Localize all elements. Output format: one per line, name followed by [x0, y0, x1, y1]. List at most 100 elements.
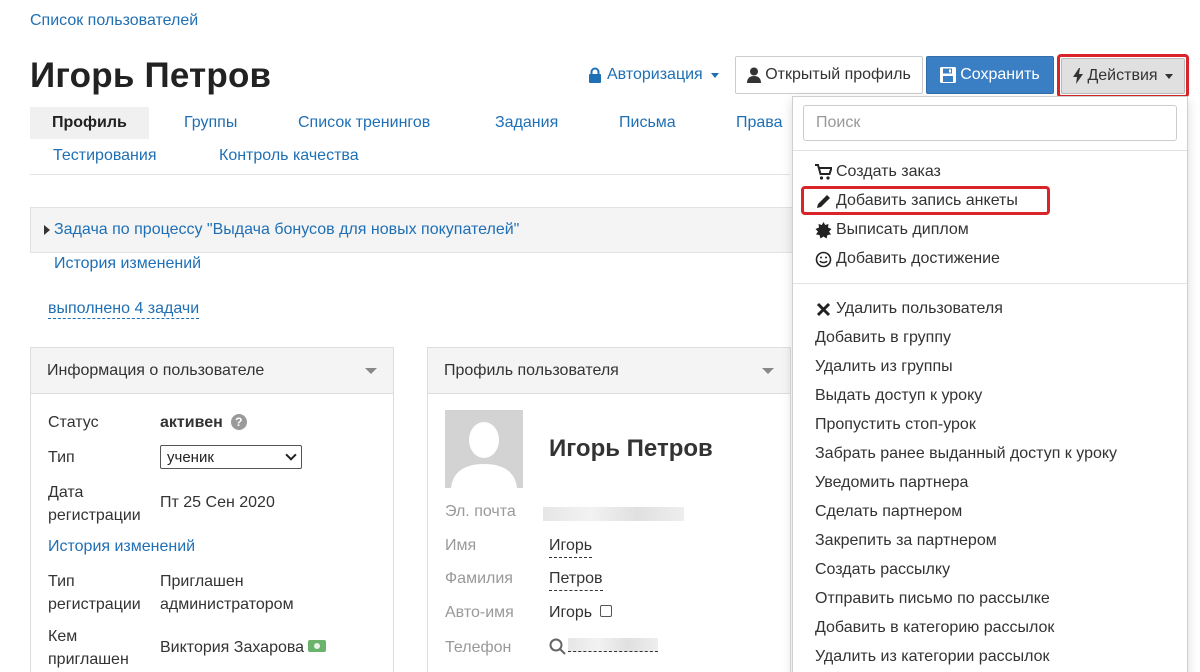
- tab-profile[interactable]: Профиль: [30, 107, 149, 139]
- reg-date-value: Пт 25 Сен 2020: [160, 494, 275, 511]
- caret-down-icon: [710, 72, 719, 78]
- menu-item-add-achievement[interactable]: Добавить достижение: [815, 248, 1000, 270]
- menu-item-revoke-lesson-access[interactable]: Забрать ранее выданный доступ к уроку: [815, 443, 1117, 465]
- first-name-label: Имя: [445, 537, 477, 554]
- close-icon: [816, 302, 831, 316]
- autoname-checkbox[interactable]: [600, 605, 613, 617]
- tab-testing[interactable]: Тестирования: [53, 140, 157, 172]
- chevron-down-icon: [285, 449, 297, 461]
- status-label: Статус: [48, 414, 99, 431]
- actions-dropdown-menu: Создать заказ Добавить запись анкеты Вып…: [792, 96, 1188, 672]
- menu-item-skip-stop-lesson[interactable]: Пропустить стоп-урок: [815, 414, 976, 436]
- menu-item-notify-partner[interactable]: Уведомить партнера: [815, 472, 968, 494]
- menu-item-add-to-mailing-category[interactable]: Добавить в категорию рассылок: [815, 617, 1054, 639]
- menu-item-create-mailing[interactable]: Создать рассылку: [815, 559, 950, 581]
- tab-rights[interactable]: Права: [736, 107, 783, 139]
- first-name-value[interactable]: Игорь: [549, 534, 593, 558]
- menu-item-assign-to-partner[interactable]: Закрепить за партнером: [815, 530, 997, 552]
- reg-type-value: Приглашен администратором: [160, 573, 294, 613]
- menu-item-label: Сделать партнером: [815, 503, 963, 520]
- type-select[interactable]: ученик: [160, 445, 302, 469]
- dropdown-search-input[interactable]: [803, 105, 1177, 141]
- menu-item-label: Выдать доступ к уроку: [815, 387, 983, 404]
- dropdown-divider: [793, 150, 1187, 151]
- actions-highlight-box: [1057, 54, 1189, 98]
- autoname-label: Авто-имя: [445, 604, 514, 621]
- save-label: Сохранить: [960, 66, 1040, 83]
- save-button[interactable]: Сохранить: [926, 56, 1054, 94]
- menu-item-issue-diploma[interactable]: Выписать диплом: [815, 219, 969, 241]
- type-select-value: ученик: [167, 448, 214, 466]
- email-value-blurred[interactable]: [543, 507, 684, 521]
- smiley-icon: [815, 251, 832, 267]
- tab-letters[interactable]: Письма: [619, 107, 676, 139]
- menu-item-label: Добавить достижение: [836, 250, 1000, 267]
- history-link[interactable]: История изменений: [54, 255, 201, 273]
- email-label: Эл. почта: [445, 503, 516, 520]
- caret-right-icon: [44, 225, 50, 235]
- user-profile-title: Профиль пользователя: [444, 361, 619, 379]
- process-task-title: Задача по процессу "Выдача бонусов для н…: [54, 221, 520, 238]
- collapse-triangle-icon[interactable]: [365, 367, 377, 374]
- profile-name: Игорь Петров: [549, 435, 713, 462]
- invited-by-value[interactable]: Виктория Захарова: [160, 639, 304, 656]
- add-survey-highlight-box: [801, 186, 1050, 215]
- menu-item-label: Закрепить за партнером: [815, 532, 997, 549]
- status-value: активен: [160, 414, 223, 431]
- search-icon[interactable]: [549, 638, 566, 655]
- collapse-triangle-icon[interactable]: [762, 367, 774, 374]
- authorization-dropdown[interactable]: Авторизация: [588, 66, 719, 84]
- autoname-row: Игорь: [549, 601, 613, 624]
- phone-value-blurred[interactable]: [568, 638, 658, 652]
- authorization-label: Авторизация: [607, 66, 703, 83]
- menu-item-label: Пропустить стоп-урок: [815, 416, 976, 433]
- avatar[interactable]: [445, 410, 523, 488]
- history-link-user[interactable]: История изменений: [48, 538, 195, 556]
- menu-item-delete-user[interactable]: Удалить пользователя: [815, 298, 1003, 320]
- help-icon[interactable]: ?: [230, 414, 247, 430]
- menu-item-label: Забрать ранее выданный доступ к уроку: [815, 445, 1118, 462]
- invited-by-label: Кем приглашен: [48, 628, 129, 668]
- open-profile-label: Открытый профиль: [765, 66, 911, 83]
- menu-item-send-mailing-letter[interactable]: Отправить письмо по рассылке: [815, 588, 1050, 610]
- tab-trainings[interactable]: Список тренингов: [298, 107, 430, 139]
- user-icon: [747, 67, 762, 83]
- menu-item-grant-lesson-access[interactable]: Выдать доступ к уроку: [815, 385, 982, 407]
- menu-item-label: Уведомить партнера: [815, 474, 969, 491]
- floppy-disk-icon: [940, 67, 957, 83]
- last-name-label: Фамилия: [445, 570, 513, 587]
- process-task-link[interactable]: Задача по процессу "Выдача бонусов для н…: [44, 221, 519, 239]
- menu-item-create-order[interactable]: Создать заказ: [815, 161, 941, 183]
- breadcrumb[interactable]: Список пользователей: [30, 12, 198, 30]
- user-profile-header[interactable]: Профиль пользователя: [428, 348, 790, 394]
- status-row: активен?: [160, 411, 247, 434]
- certificate-seal-icon: [815, 221, 832, 238]
- dropdown-divider: [793, 283, 1187, 284]
- menu-item-label: Удалить пользователя: [836, 300, 1003, 317]
- tasks-done-link[interactable]: выполнено 4 задачи: [48, 300, 200, 319]
- user-info-header[interactable]: Информация о пользователе: [31, 348, 393, 394]
- page-title: Игорь Петров: [30, 56, 272, 95]
- phone-label: Телефон: [445, 639, 512, 656]
- autoname-value: Игорь: [549, 604, 593, 621]
- user-info-title: Информация о пользователе: [47, 361, 265, 379]
- lock-icon: [589, 67, 601, 83]
- menu-item-label: Удалить из группы: [815, 358, 953, 375]
- menu-item-add-to-group[interactable]: Добавить в группу: [815, 327, 951, 349]
- menu-item-label: Отправить письмо по рассылке: [815, 590, 1050, 607]
- menu-item-remove-from-group[interactable]: Удалить из группы: [815, 356, 953, 378]
- tab-groups[interactable]: Группы: [184, 107, 237, 139]
- money-icon: [308, 640, 327, 652]
- tab-quality-control[interactable]: Контроль качества: [219, 140, 359, 172]
- reg-date-label: Дата регистрации: [48, 484, 141, 524]
- last-name-value[interactable]: Петров: [549, 567, 603, 591]
- open-profile-button[interactable]: Открытый профиль: [735, 56, 923, 94]
- menu-item-remove-from-mailing-category[interactable]: Удалить из категории рассылок: [815, 646, 1050, 668]
- menu-item-label: Создать заказ: [836, 163, 941, 180]
- menu-item-label: Добавить в категорию рассылок: [815, 619, 1055, 636]
- reg-type-label: Тип регистрации: [48, 573, 141, 613]
- shopping-cart-icon: [815, 163, 832, 180]
- tab-tasks[interactable]: Задания: [495, 107, 558, 139]
- menu-item-label: Добавить в группу: [815, 329, 951, 346]
- menu-item-make-partner[interactable]: Сделать партнером: [815, 501, 962, 523]
